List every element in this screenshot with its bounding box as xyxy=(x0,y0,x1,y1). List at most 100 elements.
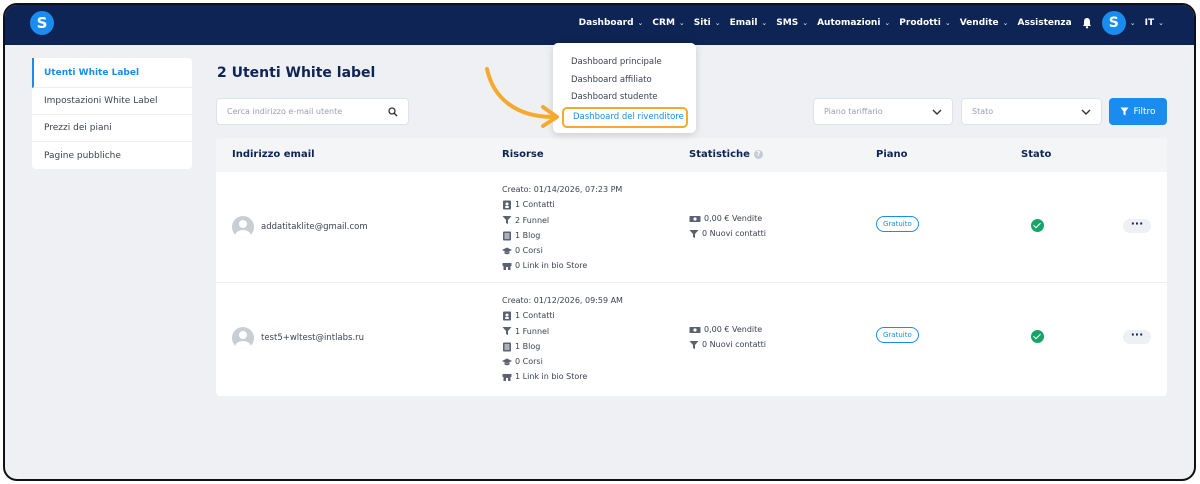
sidebar-item-pagine[interactable]: Pagine pubbliche xyxy=(32,142,192,169)
blogs-count: 1 Blog xyxy=(515,230,541,240)
courses-count: 0 Corsi xyxy=(515,246,543,256)
resource-courses: 0 Corsi xyxy=(502,243,622,258)
resource-contacts: 1 Contatti xyxy=(502,197,622,212)
resource-linkinbio: 1 Link in bio Store xyxy=(502,369,623,384)
main-nav: Dashboard ⌄ CRM ⌄ Siti ⌄ Email ⌄ SMS ⌄ Automa… xyxy=(579,5,1164,41)
sidebar-item-prezzi[interactable]: Prezzi dei piani xyxy=(32,115,192,142)
email-cell: test5+wltest@intlabs.ru xyxy=(232,327,364,349)
nav-dashboard[interactable]: Dashboard ⌄ xyxy=(579,18,644,28)
menu-item-dashboard-principale[interactable]: Dashboard principale xyxy=(553,54,696,72)
menu-item-dashboard-studente[interactable]: Dashboard studente xyxy=(553,89,696,107)
header-email: Indirizzo email xyxy=(232,149,315,160)
header-stats: Statistiche? xyxy=(689,149,763,160)
course-icon xyxy=(502,358,512,366)
chevron-down-icon: ⌄ xyxy=(944,19,951,27)
money-icon xyxy=(689,215,701,222)
filter-icon xyxy=(1120,107,1129,116)
nav-crm[interactable]: CRM ⌄ xyxy=(652,18,684,28)
plan-badge: Gratuito xyxy=(876,327,919,343)
new-contacts-value: 0 Nuovi contatti xyxy=(702,340,766,350)
bell-icon[interactable] xyxy=(1081,17,1093,29)
nav-prodotti[interactable]: Prodotti ⌄ xyxy=(899,18,950,28)
sidebar-item-utenti[interactable]: Utenti White Label xyxy=(32,58,192,88)
contacts-icon xyxy=(503,311,511,321)
user-email: addatitaklite@gmail.com xyxy=(261,222,368,232)
store-icon xyxy=(502,374,512,382)
contacts-icon xyxy=(503,200,511,210)
nav-prodotti-label: Prodotti xyxy=(899,18,941,28)
nav-siti[interactable]: Siti ⌄ xyxy=(694,18,721,28)
chevron-down-icon xyxy=(1081,109,1091,115)
status-select[interactable]: Stato xyxy=(961,98,1102,125)
more-icon[interactable]: ··· xyxy=(1123,218,1151,233)
chevron-down-icon: ⌄ xyxy=(714,19,721,27)
info-icon[interactable]: ? xyxy=(753,150,763,159)
stat-sales: 0,00 € Vendite xyxy=(689,211,766,226)
plan-badge: Gratuito xyxy=(876,216,919,232)
header-resources: Risorse xyxy=(502,149,544,160)
nav-siti-label: Siti xyxy=(693,18,711,28)
status-select-label: Stato xyxy=(972,107,994,116)
search-icon[interactable] xyxy=(388,106,398,117)
user-menu[interactable]: S ⌄ xyxy=(1101,11,1136,35)
app-window: S Dashboard ⌄ CRM ⌄ Siti ⌄ Email ⌄ SMS ⌄ Auto… xyxy=(3,3,1196,481)
nav-sms[interactable]: SMS ⌄ xyxy=(776,18,808,28)
blogs-count: 1 Blog xyxy=(515,341,541,351)
menu-item-dashboard-affiliato[interactable]: Dashboard affiliato xyxy=(553,72,696,90)
resource-courses: 0 Corsi xyxy=(502,354,623,369)
stat-new-contacts: 0 Nuovi contatti xyxy=(689,226,766,241)
search-input[interactable] xyxy=(227,107,388,116)
funnels-count: 1 Funnel xyxy=(515,326,550,336)
funnel-icon xyxy=(502,216,512,225)
resources-cell: Creato: 01/12/2026, 09:59 AM 1 Contatti … xyxy=(502,293,623,385)
nav-automazioni-label: Automazioni xyxy=(817,18,881,28)
linkinbio-count: 1 Link in bio Store xyxy=(515,372,588,382)
plan-select[interactable]: Piano tariffario xyxy=(813,98,953,125)
sidebar-item-impostazioni[interactable]: Impostazioni White Label xyxy=(32,88,192,115)
sidebar: Utenti White Label Impostazioni White La… xyxy=(32,58,192,169)
user-email: test5+wltest@intlabs.ru xyxy=(261,333,365,343)
stat-sales: 0,00 € Vendite xyxy=(689,322,766,337)
resource-contacts: 1 Contatti xyxy=(502,308,623,323)
sales-value: 0,00 € Vendite xyxy=(704,325,763,334)
more-icon[interactable]: ··· xyxy=(1123,329,1151,344)
nav-crm-label: CRM xyxy=(652,18,675,28)
menu-item-dashboard-rivenditore[interactable]: Dashboard del rivenditore xyxy=(562,106,688,128)
app-logo[interactable]: S xyxy=(30,11,54,35)
resource-linkinbio: 0 Link in bio Store xyxy=(502,258,622,273)
nav-assistenza[interactable]: Assistenza xyxy=(1018,18,1072,28)
nav-automazioni[interactable]: Automazioni ⌄ xyxy=(817,18,890,28)
funnel-icon xyxy=(689,340,699,349)
courses-count: 0 Corsi xyxy=(515,357,543,367)
nav-assistenza-label: Assistenza xyxy=(1017,18,1072,28)
annotation-arrow-icon xyxy=(485,67,559,128)
nav-vendite[interactable]: Vendite ⌄ xyxy=(960,18,1009,28)
language-select[interactable]: IT ⌄ xyxy=(1145,18,1164,28)
table-row: test5+wltest@intlabs.ru Creato: 01/12/20… xyxy=(216,283,1167,394)
chevron-down-icon xyxy=(932,109,942,115)
nav-email[interactable]: Email ⌄ xyxy=(730,18,768,28)
linkinbio-count: 0 Link in bio Store xyxy=(515,261,588,271)
stat-new-contacts: 0 Nuovi contatti xyxy=(689,337,766,352)
created-date: Creato: 01/14/2026, 07:23 PM xyxy=(502,185,623,194)
blog-icon xyxy=(503,231,511,241)
chevron-down-icon: ⌄ xyxy=(637,19,644,27)
contacts-count: 1 Contatti xyxy=(515,311,555,321)
table-row: addatitaklite@gmail.com Creato: 01/14/20… xyxy=(216,172,1167,283)
chevron-down-icon: ⌄ xyxy=(884,19,891,27)
header-plan: Piano xyxy=(876,149,908,160)
top-navbar: S Dashboard ⌄ CRM ⌄ Siti ⌄ Email ⌄ SMS ⌄ Auto… xyxy=(5,5,1194,45)
funnel-icon xyxy=(502,327,512,336)
table-header: Indirizzo email Risorse Statistiche? Pia… xyxy=(216,138,1167,172)
check-icon xyxy=(1031,330,1044,343)
course-icon xyxy=(502,247,512,255)
nav-email-label: Email xyxy=(729,18,758,28)
resource-funnels: 2 Funnel xyxy=(502,213,622,228)
filter-button[interactable]: Filtro xyxy=(1109,98,1167,125)
chevron-down-icon: ⌄ xyxy=(761,19,768,27)
nav-vendite-label: Vendite xyxy=(959,18,999,28)
created-date: Creato: 01/12/2026, 09:59 AM xyxy=(502,296,623,305)
plan-select-label: Piano tariffario xyxy=(824,107,883,116)
resource-blogs: 1 Blog xyxy=(502,228,622,243)
filter-button-label: Filtro xyxy=(1133,106,1156,117)
